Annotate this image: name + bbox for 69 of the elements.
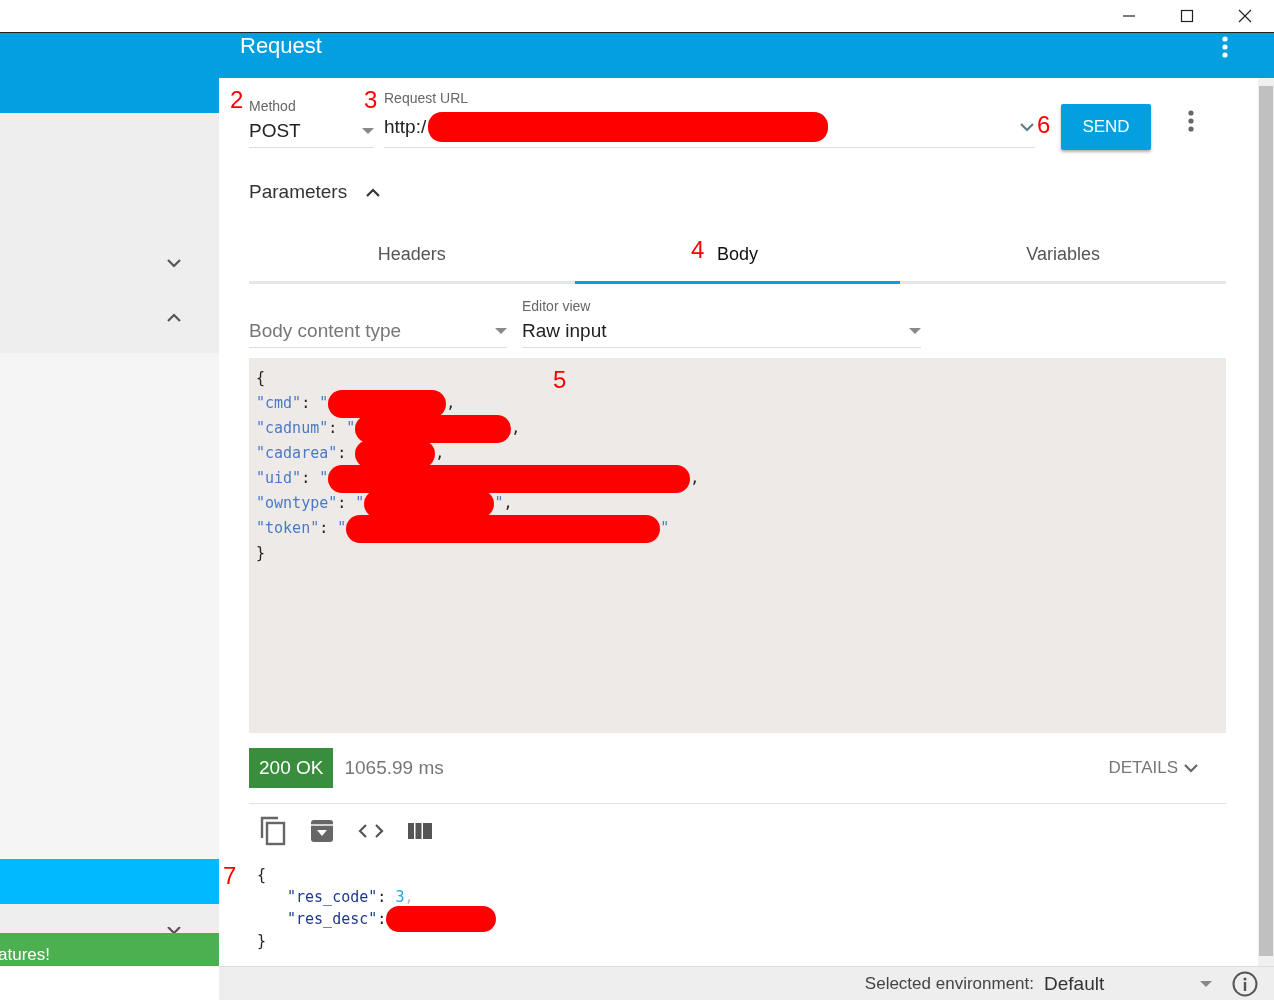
code-text: , xyxy=(503,493,513,514)
json-key: "cadarea" xyxy=(256,441,338,466)
code-text: " xyxy=(319,468,329,489)
chevron-down-icon[interactable] xyxy=(1184,763,1198,773)
copy-icon[interactable] xyxy=(260,816,286,846)
code-text: , xyxy=(690,468,700,489)
chevron-up-icon[interactable] xyxy=(166,312,182,322)
json-key: "owntype" xyxy=(256,491,338,516)
json-key: "token" xyxy=(256,516,320,541)
dropdown-arrow-icon[interactable] xyxy=(495,328,507,334)
code-text: } xyxy=(256,543,266,564)
annotation-number: 5 xyxy=(553,368,567,392)
environment-label: Selected environment: xyxy=(864,973,1034,994)
json-key: "res_desc" xyxy=(287,908,378,930)
annotation-number: 6 xyxy=(1037,113,1051,137)
dropdown-arrow-icon[interactable] xyxy=(1200,980,1212,987)
parameters-heading: Parameters xyxy=(249,181,348,203)
code-text: " xyxy=(319,393,329,414)
code-text: : xyxy=(328,418,339,439)
json-key: "uid" xyxy=(256,466,302,491)
download-icon[interactable] xyxy=(310,819,334,843)
url-field[interactable]: Request URL http:/ xyxy=(384,90,1035,148)
more-options-icon[interactable] xyxy=(1222,36,1228,58)
code-text: } xyxy=(257,931,267,952)
annotation-number: 7 xyxy=(223,864,237,888)
tab[interactable]: Variables xyxy=(900,228,1226,284)
code-text: " xyxy=(346,418,356,439)
more-options-icon[interactable] xyxy=(1188,110,1194,132)
annotation-number: 4 xyxy=(691,238,705,262)
chevron-down-icon[interactable] xyxy=(166,258,182,268)
details-button[interactable]: DETAILS xyxy=(1102,757,1204,779)
editor-view-select[interactable]: Editor view Raw input xyxy=(522,298,921,348)
status-badge: 200 OK xyxy=(249,748,334,788)
annotation-number: 2 xyxy=(230,88,244,112)
code-text: : xyxy=(301,393,312,414)
code-text: , xyxy=(511,418,521,439)
code-text: : xyxy=(377,887,388,908)
columns-icon[interactable] xyxy=(408,823,432,839)
code-text: : xyxy=(337,493,348,514)
code-text: { xyxy=(256,368,266,389)
code-icon[interactable] xyxy=(358,823,384,839)
code-text: " xyxy=(337,518,347,539)
environment-select[interactable]: Default xyxy=(1044,972,1212,995)
dropdown-arrow-icon[interactable] xyxy=(909,328,921,334)
json-key: "cmd" xyxy=(256,391,302,416)
page-title: Request xyxy=(240,33,322,59)
dropdown-arrow-icon[interactable] xyxy=(362,128,374,134)
tab[interactable]: Headers xyxy=(249,228,575,284)
chevron-down-icon[interactable] xyxy=(166,927,182,933)
info-icon[interactable] xyxy=(1232,970,1258,997)
code-text: : xyxy=(377,909,387,930)
code-text: , xyxy=(435,443,445,464)
code-text: : xyxy=(301,468,312,489)
body-content-type-select[interactable]: Body content type xyxy=(249,320,507,348)
json-key: "res_code" xyxy=(287,886,378,908)
json-value: 3 xyxy=(395,887,405,908)
chevron-down-icon[interactable] xyxy=(1019,122,1035,132)
code-text: " xyxy=(494,493,504,514)
chevron-up-icon[interactable] xyxy=(365,187,382,197)
scrollbar-thumb[interactable] xyxy=(1259,86,1273,956)
code-text: " xyxy=(660,518,670,539)
json-key: "cadnum" xyxy=(256,416,329,441)
code-text: : xyxy=(319,518,330,539)
code-text: " xyxy=(355,493,365,514)
code-text: { xyxy=(257,865,267,886)
response-time: 1065.99 ms xyxy=(344,757,445,779)
code-text: , xyxy=(404,887,414,908)
code-text: : xyxy=(337,443,348,464)
code-text: , xyxy=(446,393,456,414)
